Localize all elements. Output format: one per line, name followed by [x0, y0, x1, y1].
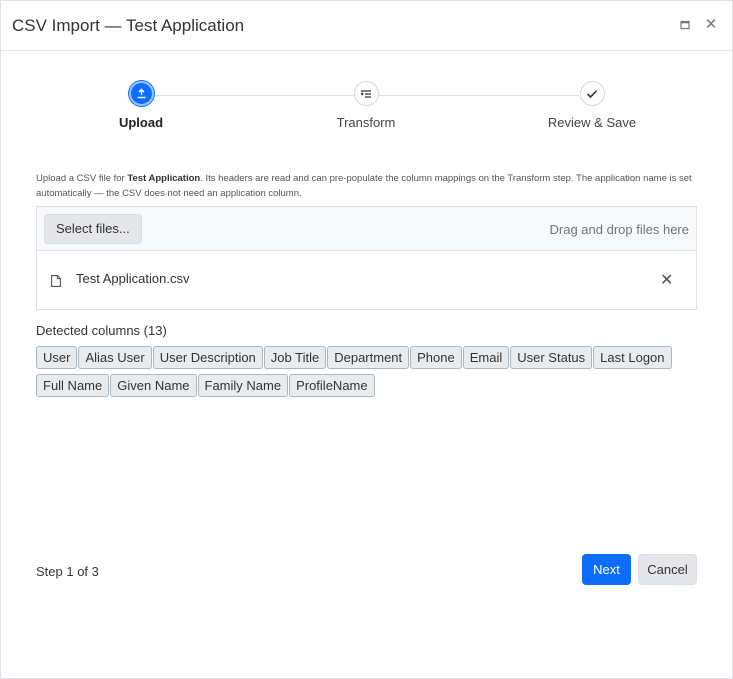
- column-chip: User Description: [152, 346, 263, 369]
- column-chip: Given Name: [110, 374, 197, 397]
- column-chip: User Status: [510, 346, 593, 369]
- column-chip: Email: [462, 346, 510, 369]
- step-upload-circle: [128, 81, 154, 106]
- next-button[interactable]: Next: [582, 554, 631, 585]
- step-transform[interactable]: Transform: [286, 81, 446, 130]
- column-chip: Job Title: [263, 346, 327, 369]
- file-icon: [51, 275, 61, 287]
- cancel-button[interactable]: Cancel: [638, 554, 697, 585]
- description-app-name: Test Application: [127, 173, 201, 184]
- select-files-button[interactable]: Select files...: [44, 214, 142, 244]
- file-upload-area[interactable]: Select files... Drag and drop files here…: [36, 206, 697, 310]
- stepper: Upload Transform Review & Save: [1, 81, 732, 141]
- upload-icon: [137, 88, 145, 99]
- step-indicator: Step 1 of 3: [36, 564, 99, 579]
- step-review-label: Review & Save: [547, 115, 637, 130]
- column-chip: Last Logon: [593, 346, 672, 369]
- maximize-icon[interactable]: [678, 18, 692, 32]
- upload-toolbar: Select files... Drag and drop files here: [37, 207, 696, 251]
- title-bar: CSV Import — Test Application ✕: [1, 1, 732, 51]
- detected-columns-list: User Alias User User Description Job Tit…: [36, 346, 696, 397]
- dialog-title: CSV Import — Test Application: [12, 16, 245, 35]
- remove-file-icon[interactable]: ✕: [660, 270, 673, 290]
- column-chip: Phone: [410, 346, 462, 369]
- csv-import-dialog: CSV Import — Test Application ✕ Upload T…: [0, 0, 733, 679]
- uploaded-file-item: Test Application.csv ✕: [37, 251, 696, 309]
- drop-zone-hint: Drag and drop files here: [549, 222, 689, 237]
- step-transform-label: Transform: [336, 115, 396, 130]
- step-transform-circle: [353, 81, 379, 106]
- column-chip: Full Name: [36, 374, 110, 397]
- step-review-save[interactable]: Review & Save: [512, 81, 672, 130]
- column-chip: Alias User: [78, 346, 152, 369]
- detected-columns-label: Detected columns (13): [36, 323, 167, 338]
- column-chip: User: [36, 346, 78, 369]
- step-upload-label: Upload: [118, 115, 164, 130]
- checkmark-icon: [586, 89, 598, 98]
- close-icon[interactable]: ✕: [704, 17, 718, 32]
- column-chip: ProfileName: [289, 374, 375, 397]
- transform-icon: [361, 89, 371, 98]
- column-chip: Department: [327, 346, 410, 369]
- description-prefix: Upload a CSV file for: [36, 173, 128, 184]
- upload-description: Upload a CSV file for Test Application. …: [36, 171, 696, 201]
- column-chip: Family Name: [197, 374, 289, 397]
- file-name: Test Application.csv: [76, 271, 190, 286]
- step-upload[interactable]: Upload: [61, 81, 221, 130]
- step-review-circle: [579, 81, 605, 106]
